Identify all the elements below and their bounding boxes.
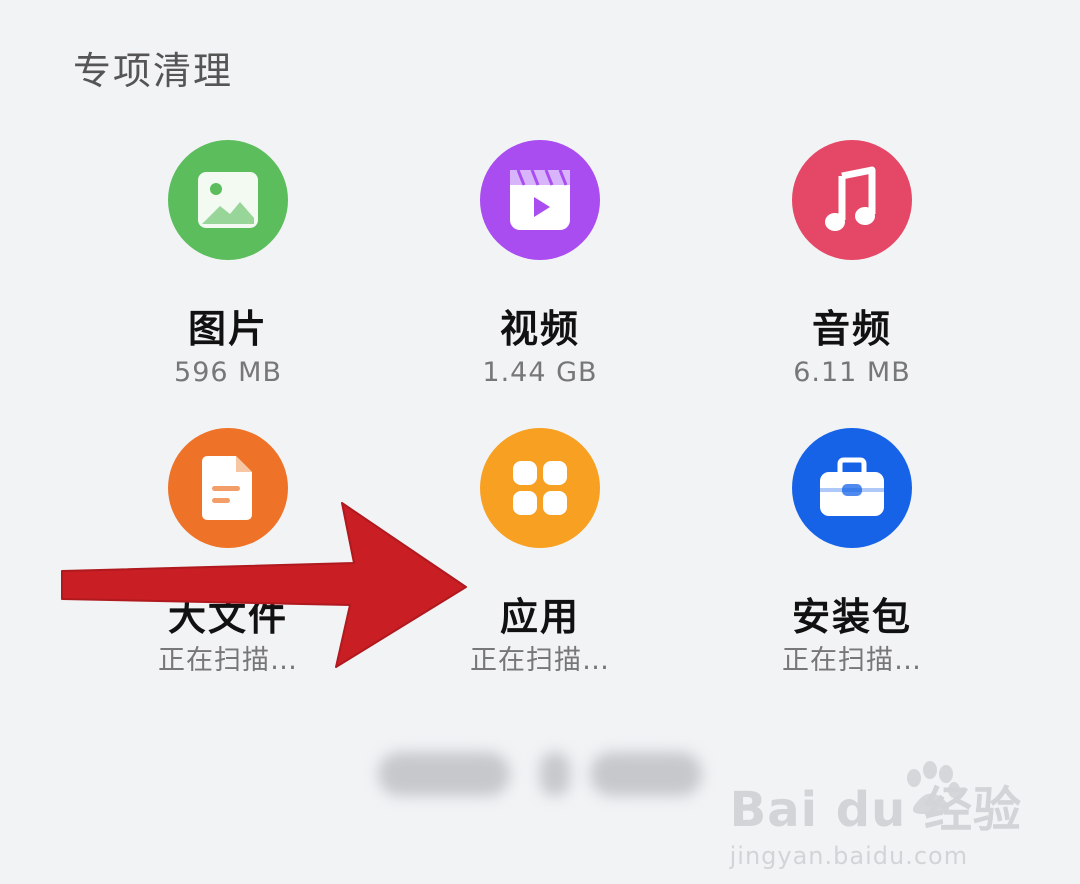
tile-videos[interactable]: 视频 1.44 GB [390,140,690,390]
tile-label: 安装包 [791,595,912,639]
tile-install-packages[interactable]: 安装包 正在扫描… [702,428,1002,678]
music-icon [792,140,912,260]
blurred-text [378,752,510,796]
tile-audio[interactable]: 音频 6.11 MB [702,140,1002,390]
tile-size: 1.44 GB [482,357,598,388]
red-arrow-annotation [61,502,467,668]
tile-label: 图片 [187,307,268,351]
tile-pictures[interactable]: 图片 596 MB [78,140,378,390]
baidu-watermark: Bai du 经验 jingyan.baidu.com [730,770,1022,870]
section-title: 专项清理 [73,49,234,93]
tile-label: 视频 [499,307,580,351]
tile-size: 6.11 MB [793,357,911,388]
image-icon [168,140,288,260]
blurred-text [590,752,702,796]
watermark-brand: Bai du 经验 [729,782,1022,838]
tile-size: 596 MB [174,357,282,388]
package-icon [792,428,912,548]
blurred-text [540,752,570,796]
apps-icon [480,428,600,548]
tile-label: 音频 [811,307,892,351]
storage-cleanup-screen: 专项清理 图片 596 MB 视频 1.44 GB 音频 6.11 MB 大文件… [0,0,1080,884]
video-icon [480,140,600,260]
watermark-url: jingyan.baidu.com [729,842,969,870]
tile-size: 正在扫描… [782,645,922,676]
